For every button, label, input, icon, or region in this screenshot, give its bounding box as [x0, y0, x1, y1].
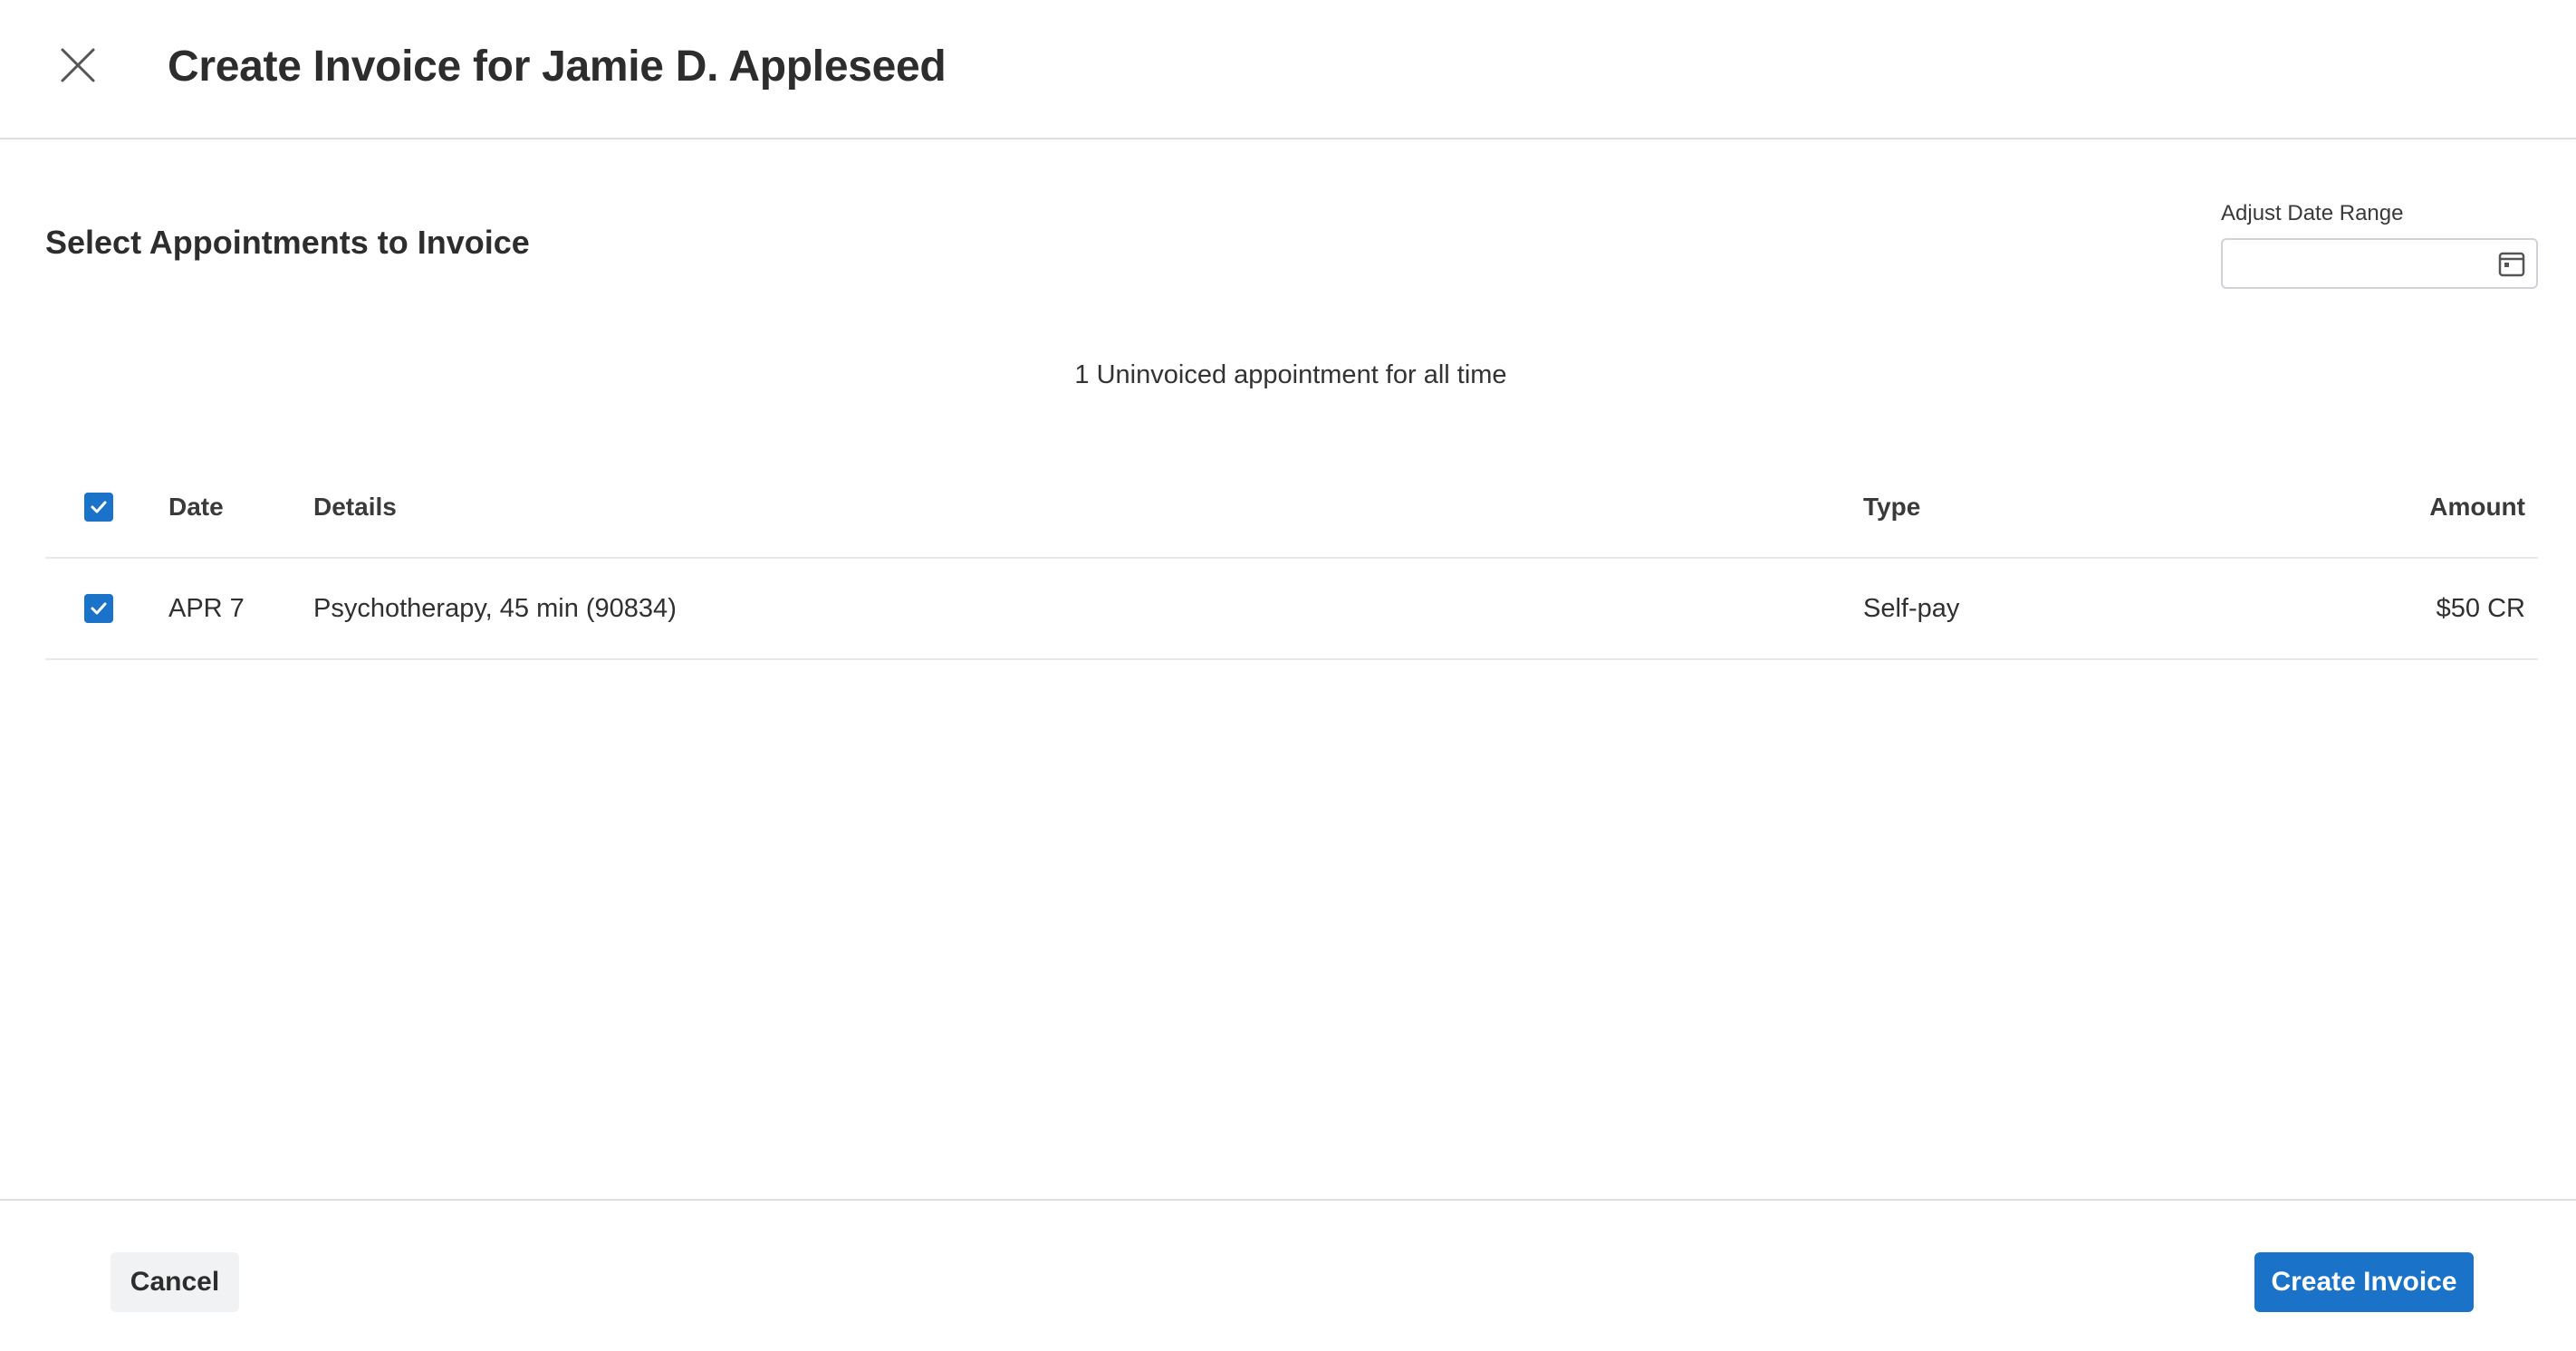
appointment-type: Self-pay: [1863, 593, 1960, 623]
close-icon: [61, 48, 95, 82]
calendar-icon[interactable]: [2498, 251, 2525, 278]
dialog-footer: Cancel Create Invoice: [0, 1199, 2576, 1351]
create-invoice-button[interactable]: Create Invoice: [2254, 1252, 2474, 1312]
column-header-amount[interactable]: Amount: [2429, 457, 2525, 557]
page-title: Create Invoice for Jamie D. Appleseed: [168, 43, 947, 91]
column-header-date[interactable]: Date: [168, 457, 224, 557]
cancel-button[interactable]: Cancel: [111, 1252, 239, 1312]
date-range-input[interactable]: [2223, 240, 2511, 287]
appointment-amount: $50 CR: [2436, 593, 2525, 623]
section-title: Select Appointments to Invoice: [45, 224, 530, 261]
checkmark-icon: [91, 602, 107, 615]
column-header-details[interactable]: Details: [313, 457, 397, 557]
row-checkbox[interactable]: [84, 594, 113, 623]
dialog-header: Create Invoice for Jamie D. Appleseed: [0, 0, 2576, 139]
appointment-date: APR 7: [168, 593, 245, 623]
uninvoiced-summary: 1 Uninvoiced appointment for all time: [1074, 360, 1507, 389]
close-button[interactable]: [54, 42, 101, 89]
table-header-row: Date Details Type Amount: [45, 457, 2538, 559]
column-header-type[interactable]: Type: [1863, 457, 1920, 557]
appointments-table: Date Details Type Amount APR 7 Psychothe…: [45, 457, 2538, 660]
date-range-field[interactable]: [2221, 238, 2538, 289]
table-row[interactable]: APR 7 Psychotherapy, 45 min (90834) Self…: [45, 559, 2538, 660]
date-range-label: Adjust Date Range: [2221, 201, 2404, 225]
select-all-checkbox[interactable]: [84, 493, 113, 522]
appointment-details: Psychotherapy, 45 min (90834): [313, 593, 677, 623]
checkmark-icon: [91, 501, 107, 513]
